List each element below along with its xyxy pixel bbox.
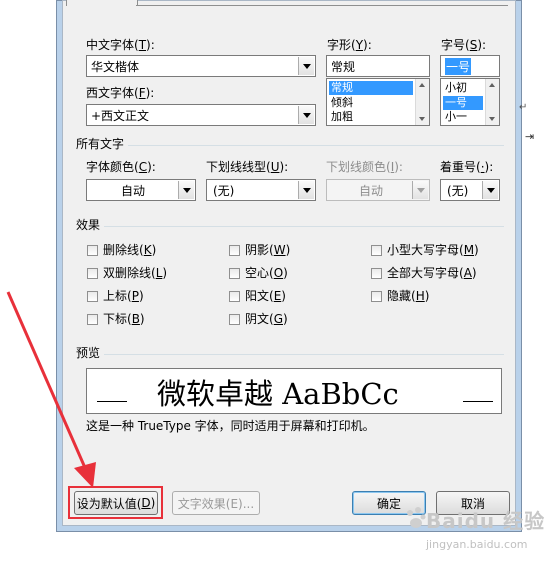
style-option-italic[interactable]: 倾斜	[329, 96, 413, 110]
annotation-arrow-shaft	[6, 291, 88, 471]
all-caps-checkbox[interactable]	[371, 268, 382, 279]
scroll-up-icon	[489, 83, 495, 87]
underline-color-value: 自动	[359, 184, 384, 198]
underline-style-label: 下划线线型(U):	[206, 160, 289, 174]
western-font-value: +西文正文	[91, 109, 150, 123]
underline-style-value: (无)	[213, 184, 235, 198]
western-font-label: 西文字体(F):	[86, 86, 155, 100]
preview-sample-text: 微软卓越 AaBbCc	[157, 377, 399, 411]
shadow-label: 阴影(W)	[245, 243, 291, 257]
emphasis-mark-label: 着重号(·):	[440, 160, 494, 174]
scroll-up-icon	[419, 83, 425, 87]
hidden-checkbox[interactable]	[371, 291, 382, 302]
chevron-down-icon	[182, 187, 191, 193]
size-label: 字号(S):	[441, 38, 487, 52]
strikethrough-label: 删除线(K)	[103, 243, 157, 257]
style-input[interactable]: 常规	[326, 55, 430, 77]
chinese-font-combo[interactable]: 华文楷体	[86, 55, 316, 77]
chinese-font-value: 华文楷体	[91, 60, 140, 74]
double-strikethrough-checkbox[interactable]	[87, 268, 98, 279]
document-background-right	[522, 0, 554, 566]
size-option-xiaochu[interactable]: 小初	[443, 81, 483, 95]
size-value: 一号	[445, 58, 472, 75]
size-option-xiaoyi[interactable]: 小一	[443, 110, 483, 124]
all-caps-label: 全部大写字母(A)	[387, 266, 477, 280]
annotation-arrow	[6, 291, 96, 488]
annotation-arrow-head	[74, 462, 96, 488]
scroll-down-icon	[489, 117, 495, 121]
size-option-yihao[interactable]: 一号	[443, 96, 483, 110]
tab-divider	[136, 5, 508, 6]
western-font-dropdown-button[interactable]	[298, 106, 314, 124]
shadow-checkbox[interactable]	[229, 245, 240, 256]
emphasis-mark-dropdown-button[interactable]	[482, 181, 498, 199]
effects-section-title: 效果	[76, 218, 101, 232]
chinese-font-dropdown-button[interactable]	[298, 57, 314, 75]
strikethrough-checkbox[interactable]	[87, 245, 98, 256]
underline-style-combo[interactable]: (无)	[206, 179, 316, 201]
watermark: Baidu 经验 jingyan.baidu.com	[404, 503, 554, 563]
size-input[interactable]: 一号	[440, 55, 500, 77]
font-tab[interactable]	[66, 0, 138, 6]
outline-checkbox[interactable]	[229, 268, 240, 279]
preview-divider	[104, 354, 504, 355]
chevron-down-icon	[416, 187, 425, 193]
western-font-combo[interactable]: +西文正文	[86, 104, 316, 126]
style-option-bold[interactable]: 加粗	[329, 110, 413, 124]
underline-color-dropdown-button[interactable]	[412, 181, 428, 199]
all-text-section-title: 所有文字	[76, 137, 125, 151]
font-color-value: 自动	[121, 184, 146, 198]
underline-color-combo[interactable]: 自动	[326, 179, 430, 201]
size-list[interactable]: 小初 一号 小一	[440, 78, 500, 126]
paragraph-mark-icon: ↵	[519, 102, 528, 113]
watermark-brand: Baidu 经验	[426, 509, 546, 533]
hidden-label: 隐藏(H)	[387, 289, 430, 303]
effects-divider	[104, 226, 504, 227]
preview-baseline-right	[463, 401, 493, 402]
style-list-scrollbar[interactable]	[415, 79, 429, 125]
all-text-divider	[128, 145, 504, 146]
emphasis-mark-value: (无)	[447, 184, 469, 198]
double-strikethrough-label: 双删除线(L)	[103, 266, 168, 280]
emboss-label: 阳文(E)	[245, 289, 286, 303]
outline-label: 空心(O)	[245, 266, 288, 280]
preview-box: 微软卓越 AaBbCc	[86, 368, 502, 414]
emphasis-mark-combo[interactable]: (无)	[440, 179, 500, 201]
font-color-dropdown-button[interactable]	[178, 181, 194, 199]
watermark-url: jingyan.baidu.com	[426, 538, 528, 551]
chevron-down-icon	[302, 63, 311, 69]
scroll-down-icon	[419, 117, 425, 121]
underline-color-label: 下划线颜色(I):	[326, 160, 403, 174]
engrave-label: 阴文(G)	[245, 312, 288, 326]
engrave-checkbox[interactable]	[229, 314, 240, 325]
small-caps-label: 小型大写字母(M)	[387, 243, 479, 257]
font-color-combo[interactable]: 自动	[86, 179, 196, 201]
style-label: 字形(Y):	[327, 38, 372, 52]
chevron-down-icon	[302, 112, 311, 118]
chevron-down-icon	[486, 187, 495, 193]
style-value: 常规	[331, 60, 356, 74]
cursor-marker-icon: ⇥	[525, 130, 535, 143]
small-caps-checkbox[interactable]	[371, 245, 382, 256]
chevron-down-icon	[302, 187, 311, 193]
chinese-font-label: 中文字体(T):	[86, 38, 155, 52]
font-color-label: 字体颜色(C):	[86, 160, 156, 174]
preview-description: 这是一种 TrueType 字体，同时适用于屏幕和打印机。	[86, 419, 375, 433]
paw-logo-icon	[407, 507, 426, 528]
underline-style-dropdown-button[interactable]	[298, 181, 314, 199]
style-list[interactable]: 常规 倾斜 加粗	[326, 78, 430, 126]
style-option-regular[interactable]: 常规	[329, 81, 413, 95]
size-list-scrollbar[interactable]	[485, 79, 499, 125]
emboss-checkbox[interactable]	[229, 291, 240, 302]
text-effects-button[interactable]: 文字效果(E)...	[172, 491, 260, 515]
